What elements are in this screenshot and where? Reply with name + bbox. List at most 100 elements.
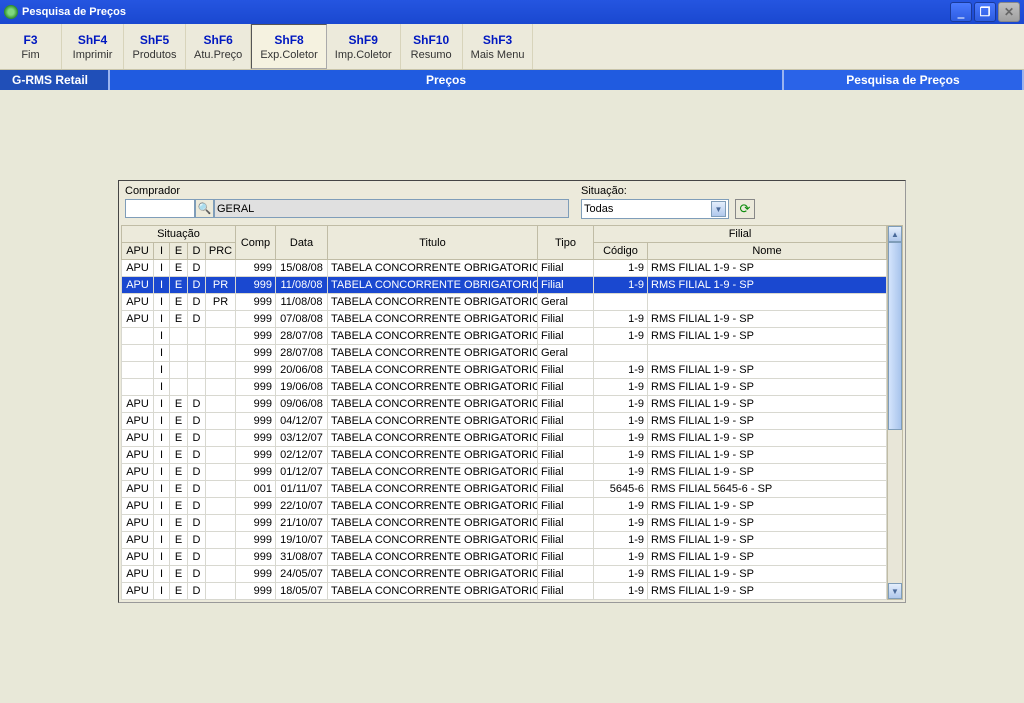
tool-label: Fim — [8, 49, 53, 61]
cell-data: 28/07/08 — [276, 345, 328, 362]
th-codigo[interactable]: Código — [594, 243, 648, 260]
cell-titulo: TABELA CONCORRENTE OBRIGATORIO — [328, 515, 538, 532]
title-bar: Pesquisa de Preços ‗ ❐ ✕ — [0, 0, 1024, 24]
th-filial-group[interactable]: Filial — [594, 226, 887, 243]
tool-atupreo[interactable]: ShF6Atu.Preço — [186, 24, 251, 69]
scroll-thumb[interactable] — [888, 242, 902, 430]
table-row[interactable]: APUIEDPR99911/08/08TABELA CONCORRENTE OB… — [122, 277, 887, 294]
tool-resumo[interactable]: ShF10Resumo — [401, 24, 463, 69]
table-row[interactable]: APUIED00101/11/07TABELA CONCORRENTE OBRI… — [122, 481, 887, 498]
scrollbar-vertical[interactable]: ▲ ▼ — [887, 225, 903, 600]
th-i[interactable]: I — [154, 243, 170, 260]
cell-d — [188, 379, 206, 396]
cell-prc — [206, 345, 236, 362]
th-comp[interactable]: Comp — [236, 226, 276, 260]
th-data[interactable]: Data — [276, 226, 328, 260]
tool-produtos[interactable]: ShF5Produtos — [124, 24, 186, 69]
cell-codigo: 1-9 — [594, 413, 648, 430]
cell-apu: APU — [122, 481, 154, 498]
table-row[interactable]: APUIED99907/08/08TABELA CONCORRENTE OBRI… — [122, 311, 887, 328]
cell-data: 07/08/08 — [276, 311, 328, 328]
table-row[interactable]: I99920/06/08TABELA CONCORRENTE OBRIGATOR… — [122, 362, 887, 379]
table-row[interactable]: APUIEDPR99911/08/08TABELA CONCORRENTE OB… — [122, 294, 887, 311]
table-row[interactable]: APUIED99902/12/07TABELA CONCORRENTE OBRI… — [122, 447, 887, 464]
cell-d — [188, 345, 206, 362]
tool-maismenu[interactable]: ShF3Mais Menu — [463, 24, 534, 69]
situacao-select[interactable]: Todas ▼ — [581, 199, 729, 219]
cell-codigo: 1-9 — [594, 532, 648, 549]
cell-nome: RMS FILIAL 1-9 - SP — [648, 566, 887, 583]
cell-data: 20/06/08 — [276, 362, 328, 379]
tool-impcoletor[interactable]: ShF9Imp.Coletor — [327, 24, 401, 69]
cell-d: D — [188, 498, 206, 515]
table-row[interactable]: I99928/07/08TABELA CONCORRENTE OBRIGATOR… — [122, 328, 887, 345]
cell-d: D — [188, 260, 206, 277]
crumb-section: Preços — [110, 70, 784, 90]
cell-codigo: 1-9 — [594, 566, 648, 583]
close-button[interactable]: ✕ — [998, 2, 1020, 22]
tool-imprimir[interactable]: ShF4Imprimir — [62, 24, 124, 69]
refresh-button[interactable]: ⟳ — [735, 199, 755, 219]
scroll-down-button[interactable]: ▼ — [888, 583, 902, 599]
table-row[interactable]: I99928/07/08TABELA CONCORRENTE OBRIGATOR… — [122, 345, 887, 362]
table-row[interactable]: APUIED99915/08/08TABELA CONCORRENTE OBRI… — [122, 260, 887, 277]
table-row[interactable]: APUIED99903/12/07TABELA CONCORRENTE OBRI… — [122, 430, 887, 447]
table-row[interactable]: APUIED99922/10/07TABELA CONCORRENTE OBRI… — [122, 498, 887, 515]
table-row[interactable]: APUIED99904/12/07TABELA CONCORRENTE OBRI… — [122, 413, 887, 430]
cell-e: E — [170, 481, 188, 498]
tool-key: ShF3 — [471, 33, 525, 47]
minimize-button[interactable]: ‗ — [950, 2, 972, 22]
cell-apu — [122, 379, 154, 396]
cell-data: 31/08/07 — [276, 549, 328, 566]
cell-d — [188, 328, 206, 345]
cell-titulo: TABELA CONCORRENTE OBRIGATORIO — [328, 430, 538, 447]
table-row[interactable]: I99919/06/08TABELA CONCORRENTE OBRIGATOR… — [122, 379, 887, 396]
cell-codigo: 1-9 — [594, 260, 648, 277]
cell-i: I — [154, 498, 170, 515]
cell-apu — [122, 328, 154, 345]
table-row[interactable]: APUIED99919/10/07TABELA CONCORRENTE OBRI… — [122, 532, 887, 549]
cell-e: E — [170, 464, 188, 481]
data-grid[interactable]: Situação Comp Data Titulo Tipo Filial AP… — [121, 225, 887, 600]
cell-prc — [206, 464, 236, 481]
th-titulo[interactable]: Titulo — [328, 226, 538, 260]
tool-fim[interactable]: F3Fim — [0, 24, 62, 69]
th-e[interactable]: E — [170, 243, 188, 260]
cell-comp: 999 — [236, 362, 276, 379]
cell-codigo — [594, 345, 648, 362]
comprador-input[interactable] — [125, 199, 195, 218]
th-d[interactable]: D — [188, 243, 206, 260]
comprador-search-button[interactable]: 🔍 — [195, 199, 214, 218]
tool-expcoletor[interactable]: ShF8Exp.Coletor — [251, 24, 326, 69]
cell-codigo: 1-9 — [594, 464, 648, 481]
table-row[interactable]: APUIED99901/12/07TABELA CONCORRENTE OBRI… — [122, 464, 887, 481]
restore-button[interactable]: ❐ — [974, 2, 996, 22]
cell-d: D — [188, 532, 206, 549]
cell-d: D — [188, 464, 206, 481]
cell-codigo: 1-9 — [594, 447, 648, 464]
cell-prc — [206, 549, 236, 566]
tool-key: ShF10 — [409, 33, 454, 47]
th-apu[interactable]: APU — [122, 243, 154, 260]
scroll-up-button[interactable]: ▲ — [888, 226, 902, 242]
th-nome[interactable]: Nome — [648, 243, 887, 260]
table-row[interactable]: APUIED99909/06/08TABELA CONCORRENTE OBRI… — [122, 396, 887, 413]
cell-codigo — [594, 294, 648, 311]
table-row[interactable]: APUIED99931/08/07TABELA CONCORRENTE OBRI… — [122, 549, 887, 566]
cell-apu — [122, 345, 154, 362]
table-row[interactable]: APUIED99921/10/07TABELA CONCORRENTE OBRI… — [122, 515, 887, 532]
th-prc[interactable]: PRC — [206, 243, 236, 260]
th-tipo[interactable]: Tipo — [538, 226, 594, 260]
cell-d: D — [188, 515, 206, 532]
cell-prc — [206, 362, 236, 379]
table-row[interactable]: APUIED99924/05/07TABELA CONCORRENTE OBRI… — [122, 566, 887, 583]
table-row[interactable]: APUIED99918/05/07TABELA CONCORRENTE OBRI… — [122, 583, 887, 600]
th-situacao-group[interactable]: Situação — [122, 226, 236, 243]
cell-nome: RMS FILIAL 1-9 - SP — [648, 515, 887, 532]
scroll-track[interactable] — [888, 242, 902, 583]
cell-d: D — [188, 311, 206, 328]
cell-tipo: Filial — [538, 566, 594, 583]
cell-codigo: 1-9 — [594, 328, 648, 345]
cell-i: I — [154, 277, 170, 294]
cell-i: I — [154, 294, 170, 311]
